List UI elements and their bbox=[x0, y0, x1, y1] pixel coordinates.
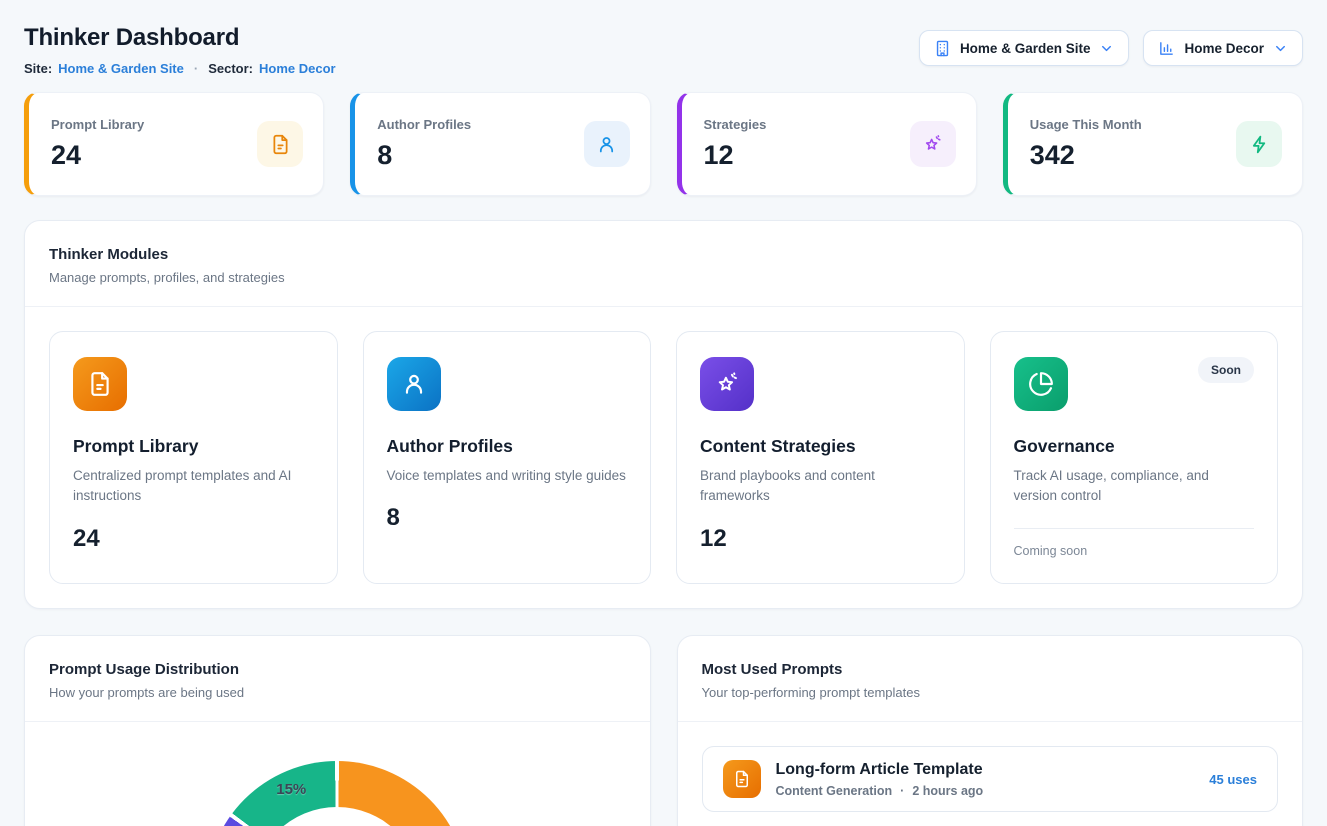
stat-cards-row: Prompt Library 24 Author Profiles 8 Stra… bbox=[24, 92, 1303, 196]
modules-header: Thinker Modules Manage prompts, profiles… bbox=[25, 221, 1302, 307]
chart-title: Prompt Usage Distribution bbox=[49, 661, 626, 678]
page-title: Thinker Dashboard bbox=[24, 24, 336, 52]
module-count: 12 bbox=[700, 525, 941, 553]
user-icon bbox=[584, 121, 630, 167]
most-used-title: Most Used Prompts bbox=[702, 661, 1279, 678]
list-item[interactable]: Long-form Article Template Content Gener… bbox=[702, 746, 1279, 812]
site-label: Site: bbox=[24, 61, 52, 76]
module-description: Centralized prompt templates and AI inst… bbox=[73, 466, 314, 507]
stat-card-usage[interactable]: Usage This Month 342 bbox=[1003, 92, 1303, 196]
stat-value: 12 bbox=[704, 140, 767, 171]
most-used-prompts-card: Most Used Prompts Your top-performing pr… bbox=[677, 635, 1304, 826]
module-card-author-profiles[interactable]: Author Profiles Voice templates and writ… bbox=[363, 331, 652, 584]
stat-label: Strategies bbox=[704, 117, 767, 132]
module-title: Prompt Library bbox=[73, 436, 314, 457]
soon-badge: Soon bbox=[1198, 357, 1254, 383]
sector-label: Sector: bbox=[208, 61, 253, 76]
bottom-row: Prompt Usage Distribution How your promp… bbox=[24, 635, 1303, 826]
stat-text: Usage This Month 342 bbox=[1030, 117, 1142, 171]
lightning-icon bbox=[1236, 121, 1282, 167]
module-description: Brand playbooks and content frameworks bbox=[700, 466, 941, 507]
module-description: Track AI usage, compliance, and version … bbox=[1014, 466, 1255, 507]
module-count: 24 bbox=[73, 525, 314, 553]
module-title: Content Strategies bbox=[700, 436, 941, 457]
module-card-content-strategies[interactable]: Content Strategies Brand playbooks and c… bbox=[676, 331, 965, 584]
prompt-list: Long-form Article Template Content Gener… bbox=[678, 722, 1303, 826]
chevron-down-icon bbox=[1099, 41, 1114, 56]
modules-title: Thinker Modules bbox=[49, 246, 1278, 263]
stat-value: 342 bbox=[1030, 140, 1142, 171]
module-card-top bbox=[387, 357, 628, 411]
sector-selector-label: Home Decor bbox=[1184, 41, 1264, 56]
coming-soon-text: Coming soon bbox=[1014, 544, 1255, 558]
prompt-usage-card: Prompt Usage Distribution How your promp… bbox=[24, 635, 651, 826]
sector-selector-dropdown[interactable]: Home Decor bbox=[1143, 30, 1303, 66]
header-left: Thinker Dashboard Site: Home & Garden Si… bbox=[24, 24, 336, 76]
building-icon bbox=[934, 40, 951, 57]
chart-body: 15% bbox=[25, 722, 650, 826]
uses-count: 45 uses bbox=[1209, 772, 1257, 787]
stat-text: Strategies 12 bbox=[704, 117, 767, 171]
prompt-item-meta: Content Generation · 2 hours ago bbox=[776, 784, 1195, 798]
document-icon bbox=[73, 357, 127, 411]
chart-header: Prompt Usage Distribution How your promp… bbox=[25, 636, 650, 722]
stat-label: Usage This Month bbox=[1030, 117, 1142, 132]
modules-subtitle: Manage prompts, profiles, and strategies bbox=[49, 270, 1278, 285]
module-title: Author Profiles bbox=[387, 436, 628, 457]
page-header: Thinker Dashboard Site: Home & Garden Si… bbox=[24, 24, 1303, 76]
breadcrumb-separator: · bbox=[194, 61, 198, 76]
prompt-item-title: Long-form Article Template bbox=[776, 761, 1195, 779]
module-card-top: Soon bbox=[1014, 357, 1255, 411]
module-card-prompt-library[interactable]: Prompt Library Centralized prompt templa… bbox=[49, 331, 338, 584]
site-link[interactable]: Home & Garden Site bbox=[58, 61, 184, 76]
stat-text: Author Profiles 8 bbox=[377, 117, 471, 171]
pie-chart-icon bbox=[1014, 357, 1068, 411]
stat-label: Author Profiles bbox=[377, 117, 471, 132]
site-selector-label: Home & Garden Site bbox=[960, 41, 1091, 56]
chart-subtitle: How your prompts are being used bbox=[49, 685, 626, 700]
stat-value: 8 bbox=[377, 140, 471, 171]
module-card-top bbox=[73, 357, 314, 411]
donut-segment-label: 15% bbox=[276, 781, 306, 798]
prompt-item-main: Long-form Article Template Content Gener… bbox=[776, 761, 1195, 798]
module-card-governance[interactable]: Soon Governance Track AI usage, complian… bbox=[990, 331, 1279, 584]
prompt-item-time: 2 hours ago bbox=[912, 784, 983, 798]
site-selector-dropdown[interactable]: Home & Garden Site bbox=[919, 30, 1130, 66]
meta-separator: · bbox=[900, 784, 904, 798]
document-icon bbox=[257, 121, 303, 167]
prompt-item-category: Content Generation bbox=[776, 784, 893, 798]
thinker-modules-panel: Thinker Modules Manage prompts, profiles… bbox=[24, 220, 1303, 609]
module-count: 8 bbox=[387, 504, 628, 532]
stat-card-author-profiles[interactable]: Author Profiles 8 bbox=[350, 92, 650, 196]
sector-link[interactable]: Home Decor bbox=[259, 61, 336, 76]
divider bbox=[1014, 528, 1255, 529]
stat-label: Prompt Library bbox=[51, 117, 144, 132]
module-description: Voice templates and writing style guides bbox=[387, 466, 628, 486]
sparkle-star-icon bbox=[910, 121, 956, 167]
document-icon bbox=[723, 760, 761, 798]
stat-value: 24 bbox=[51, 140, 144, 171]
stat-card-strategies[interactable]: Strategies 12 bbox=[677, 92, 977, 196]
donut-hole bbox=[252, 807, 422, 826]
usage-donut[interactable]: 15% bbox=[206, 761, 468, 826]
breadcrumb: Site: Home & Garden Site · Sector: Home … bbox=[24, 61, 336, 76]
module-card-top bbox=[700, 357, 941, 411]
sparkle-star-icon bbox=[700, 357, 754, 411]
user-icon bbox=[387, 357, 441, 411]
most-used-header: Most Used Prompts Your top-performing pr… bbox=[678, 636, 1303, 722]
stat-card-prompt-library[interactable]: Prompt Library 24 bbox=[24, 92, 324, 196]
header-actions: Home & Garden Site Home Decor bbox=[919, 30, 1303, 66]
dashboard-page: Thinker Dashboard Site: Home & Garden Si… bbox=[0, 0, 1327, 826]
module-title: Governance bbox=[1014, 436, 1255, 457]
modules-grid: Prompt Library Centralized prompt templa… bbox=[25, 307, 1302, 608]
stat-text: Prompt Library 24 bbox=[51, 117, 144, 171]
chevron-down-icon bbox=[1273, 41, 1288, 56]
most-used-subtitle: Your top-performing prompt templates bbox=[702, 685, 1279, 700]
bar-chart-icon bbox=[1158, 40, 1175, 57]
